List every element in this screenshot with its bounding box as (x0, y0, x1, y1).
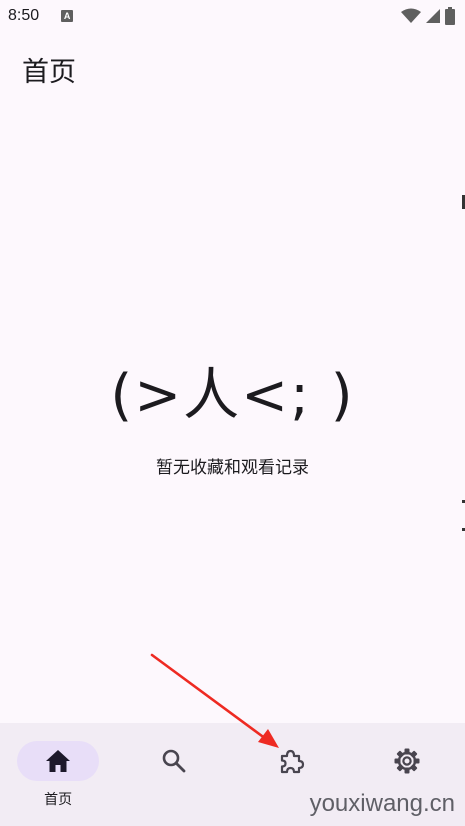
nav-active-indicator (17, 741, 100, 781)
signal-icon (426, 9, 440, 23)
empty-state: (>人<; ) 暂无收藏和观看记录 (0, 350, 465, 478)
empty-kaomoji: (>人<; ) (110, 363, 355, 428)
watermark: youxiwang.cn (309, 790, 455, 817)
status-icons (401, 7, 455, 25)
search-icon (163, 749, 186, 773)
nav-item-search[interactable] (116, 723, 232, 826)
a-icon: A (61, 10, 74, 22)
home-icon (46, 750, 71, 772)
empty-message: 暂无收藏和观看记录 (156, 458, 309, 478)
status-bar: 8:50 A (0, 0, 465, 32)
wifi-icon (401, 8, 421, 23)
settings-icon (394, 748, 420, 774)
status-time: 8:50 (8, 7, 40, 24)
nav-item-home[interactable]: 首页 (0, 723, 116, 826)
nav-label-home: 首页 (44, 792, 73, 808)
page-title: 首页 (22, 57, 76, 88)
extension-icon (280, 749, 304, 774)
battery-icon (445, 7, 455, 25)
